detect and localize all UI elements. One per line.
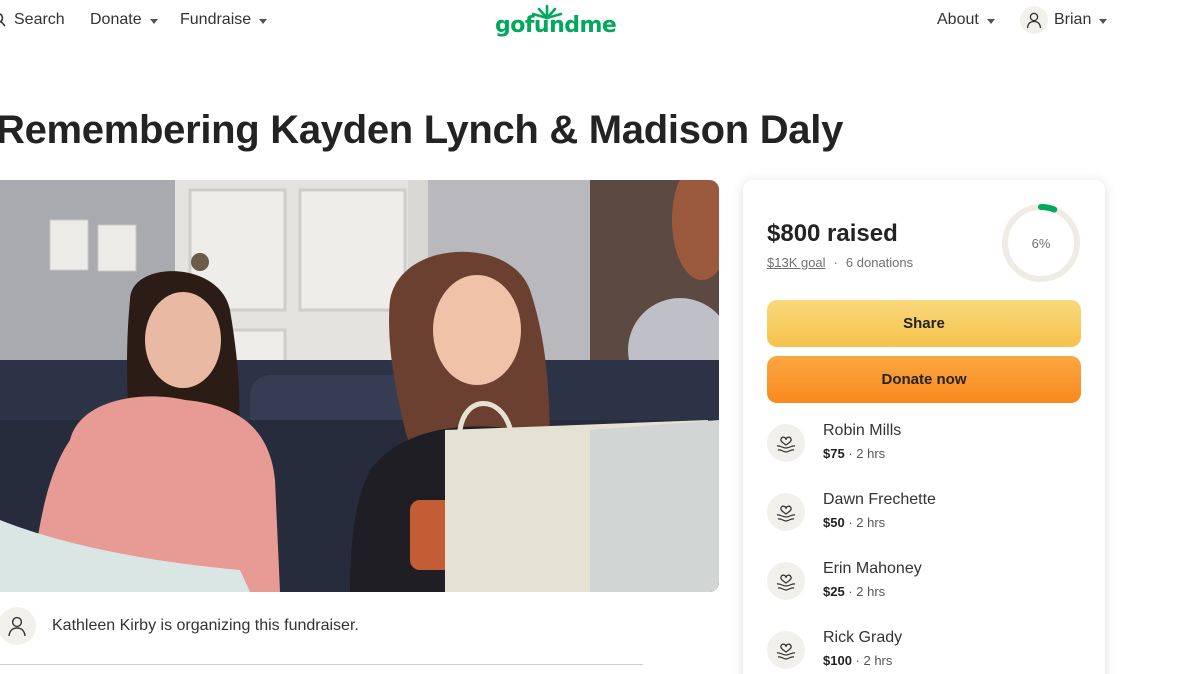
donation-hands-icon — [767, 493, 805, 531]
organizer-avatar — [0, 607, 36, 645]
top-nav: Search Donate Fundraise gofundme About B… — [0, 0, 1200, 44]
section-divider — [0, 664, 643, 665]
donation-hands-icon — [767, 424, 805, 462]
donor-item: Robin Mills $75 · 2 hrs — [767, 422, 1081, 472]
donation-card: $800 raised $13K goal · 6 donations 6% S… — [743, 180, 1105, 674]
amount-raised: $800 raised — [767, 220, 898, 247]
progress-percent: 6% — [1031, 235, 1051, 251]
share-button[interactable]: Share — [767, 300, 1081, 347]
donate-menu[interactable]: Donate — [90, 11, 158, 29]
donor-meta: $75 · 2 hrs — [823, 446, 885, 461]
donate-menu-label: Donate — [90, 11, 142, 28]
fundraise-menu[interactable]: Fundraise — [180, 11, 268, 29]
donor-item: Dawn Frechette $50 · 2 hrs — [767, 491, 1081, 541]
donor-time: · 2 hrs — [844, 584, 886, 599]
chevron-down-icon — [1099, 18, 1108, 24]
donor-time: · 2 hrs — [844, 515, 886, 530]
chevron-down-icon — [149, 18, 158, 24]
donate-now-button[interactable]: Donate now — [767, 356, 1081, 403]
organizer-text: Kathleen Kirby is organizing this fundra… — [52, 617, 359, 634]
donor-meta: $50 · 2 hrs — [823, 515, 885, 530]
donation-hands-icon — [767, 631, 805, 669]
donor-amount: $100 — [823, 653, 852, 668]
organizer-row: Kathleen Kirby is organizing this fundra… — [0, 607, 359, 645]
user-menu[interactable]: Brian — [1020, 6, 1108, 34]
user-icon — [8, 616, 26, 637]
about-menu[interactable]: About — [937, 11, 995, 29]
user-menu-label: Brian — [1054, 11, 1092, 28]
donor-name: Robin Mills — [823, 422, 902, 439]
chevron-down-icon — [986, 18, 995, 24]
user-icon — [1026, 12, 1042, 29]
donor-meta: $100 · 2 hrs — [823, 653, 892, 668]
donor-name: Dawn Frechette — [823, 491, 936, 508]
about-menu-label: About — [937, 11, 979, 28]
donor-time: · 2 hrs — [851, 653, 893, 668]
user-avatar — [1020, 6, 1048, 34]
donor-item: Rick Grady $100 · 2 hrs — [767, 629, 1081, 674]
campaign-photo — [0, 180, 719, 592]
separator-dot: · — [833, 255, 838, 270]
goal-summary: $13K goal · 6 donations — [767, 255, 913, 270]
chevron-down-icon — [259, 18, 268, 24]
donor-time: · 2 hrs — [844, 446, 886, 461]
donor-item: Erin Mahoney $25 · 2 hrs — [767, 560, 1081, 610]
donor-meta: $25 · 2 hrs — [823, 584, 885, 599]
search-label: Search — [14, 11, 65, 28]
donor-amount: $25 — [823, 584, 845, 599]
logo-text: gofundme — [495, 13, 617, 38]
donor-name: Rick Grady — [823, 629, 903, 646]
search-nav-item[interactable]: Search — [0, 11, 65, 29]
donor-name: Erin Mahoney — [823, 560, 922, 577]
goal-link[interactable]: $13K goal — [767, 255, 826, 270]
donation-count: 6 donations — [845, 255, 914, 270]
donor-amount: $50 — [823, 515, 845, 530]
progress-ring: 6% — [1000, 202, 1082, 284]
page-title: Remembering Kayden Lynch & Madison Daly — [0, 108, 844, 152]
gofundme-logo[interactable]: gofundme — [495, 4, 617, 40]
search-icon — [0, 13, 6, 27]
fundraise-menu-label: Fundraise — [180, 11, 252, 28]
donor-amount: $75 — [823, 446, 845, 461]
donation-hands-icon — [767, 562, 805, 600]
